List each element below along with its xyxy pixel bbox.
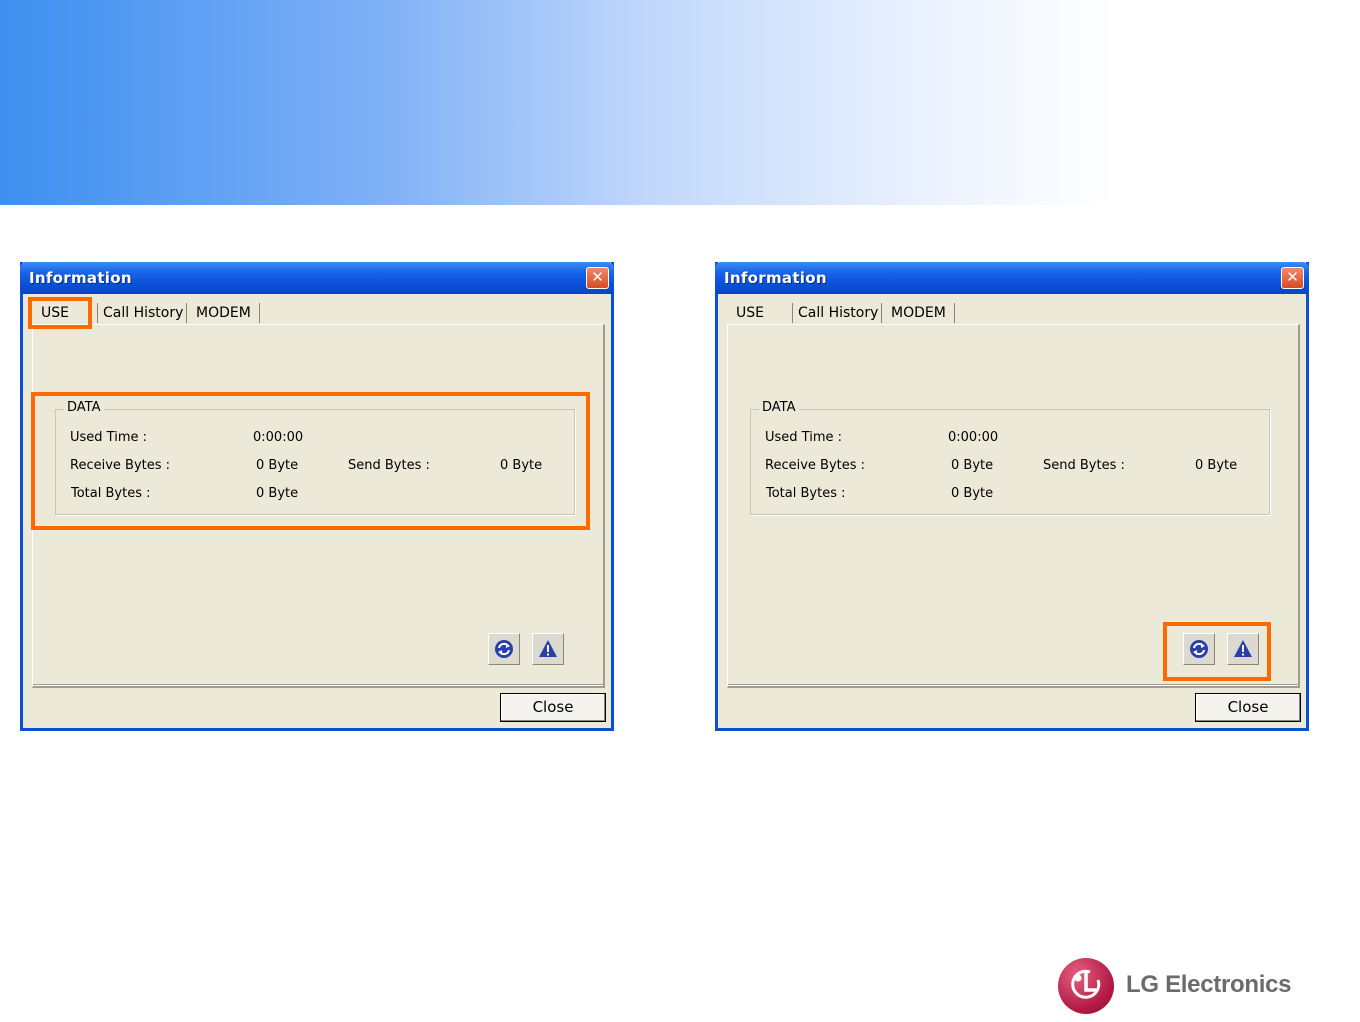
total-bytes-label: Total Bytes : <box>71 486 151 501</box>
divider <box>728 684 1298 686</box>
data-group: DATA Used Time : 0:00:00 Receive Bytes :… <box>750 400 1270 515</box>
used-time-value: 0:00:00 <box>253 430 304 445</box>
send-bytes-value: 0 Byte <box>500 458 543 473</box>
receive-bytes-label: Receive Bytes : <box>765 458 866 473</box>
information-window-right: Information ✕ USE Call History MODEM DAT… <box>715 262 1309 731</box>
window-close-icon[interactable]: ✕ <box>586 267 609 289</box>
tab-modem[interactable]: MODEM <box>887 302 950 324</box>
window-title: Information <box>29 269 132 287</box>
warning-button[interactable] <box>532 633 564 665</box>
lg-logo: LG Electronics <box>1058 958 1303 1016</box>
tab-separator <box>97 303 98 323</box>
window-title: Information <box>724 269 827 287</box>
divider <box>33 684 603 686</box>
tab-separator <box>186 303 187 323</box>
receive-bytes-value: 0 Byte <box>256 458 299 473</box>
tab-panel: DATA Used Time : 0:00:00 Receive Bytes :… <box>727 324 1300 688</box>
send-bytes-value: 0 Byte <box>1195 458 1238 473</box>
tab-separator <box>259 303 260 323</box>
title-bar: Information ✕ <box>715 262 1309 294</box>
tab-call-history[interactable]: Call History <box>794 302 882 324</box>
data-group: DATA Used Time : 0:00:00 Receive Bytes :… <box>55 400 575 515</box>
refresh-button[interactable] <box>488 633 520 665</box>
send-bytes-label: Send Bytes : <box>1043 458 1125 473</box>
tab-separator <box>954 303 955 323</box>
close-button[interactable]: Close <box>500 693 606 722</box>
information-window-left: Information ✕ USE Call History MODEM DAT… <box>20 262 614 731</box>
warning-button[interactable] <box>1227 633 1259 665</box>
refresh-icon <box>495 640 513 658</box>
refresh-button[interactable] <box>1183 633 1215 665</box>
group-label: DATA <box>759 400 799 415</box>
total-bytes-value: 0 Byte <box>256 486 299 501</box>
total-bytes-value: 0 Byte <box>951 486 994 501</box>
close-button[interactable]: Close <box>1195 693 1301 722</box>
used-time-label: Used Time : <box>765 430 842 445</box>
tab-separator <box>792 303 793 323</box>
refresh-icon <box>1190 640 1208 658</box>
tab-separator <box>881 303 882 323</box>
header-banner <box>0 0 1360 205</box>
tab-call-history[interactable]: Call History <box>99 302 187 324</box>
lg-logo-mark <box>1058 958 1114 1014</box>
used-time-value: 0:00:00 <box>948 430 999 445</box>
receive-bytes-label: Receive Bytes : <box>70 458 171 473</box>
title-bar: Information ✕ <box>20 262 614 294</box>
tab-modem[interactable]: MODEM <box>192 302 255 324</box>
group-label: DATA <box>64 400 104 415</box>
tab-use[interactable]: USE <box>732 302 768 324</box>
tab-use[interactable]: USE <box>37 302 73 324</box>
lg-logo-text: LG Electronics <box>1126 971 1292 998</box>
total-bytes-label: Total Bytes : <box>766 486 846 501</box>
warning-icon <box>1234 640 1252 657</box>
window-close-icon[interactable]: ✕ <box>1281 267 1304 289</box>
used-time-label: Used Time : <box>70 430 147 445</box>
receive-bytes-value: 0 Byte <box>951 458 994 473</box>
tab-panel: DATA Used Time : 0:00:00 Receive Bytes :… <box>32 324 605 688</box>
warning-icon <box>539 640 557 657</box>
send-bytes-label: Send Bytes : <box>348 458 430 473</box>
